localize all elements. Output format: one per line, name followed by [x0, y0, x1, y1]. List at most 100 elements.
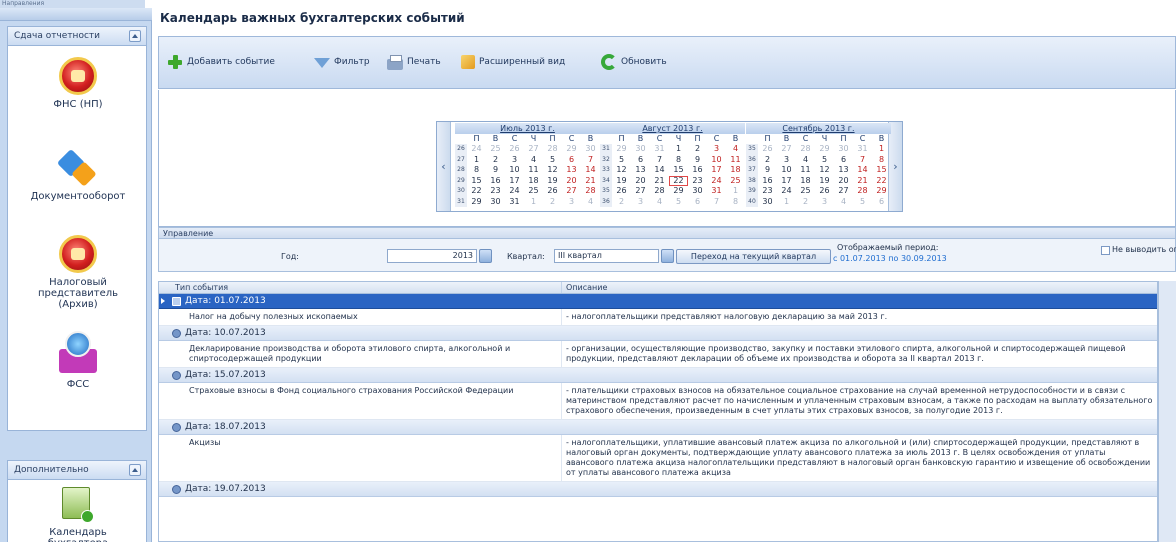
calendar-day[interactable]: 30 — [688, 186, 707, 197]
group-collapse-icon[interactable] — [172, 329, 181, 338]
calendar-day[interactable]: 9 — [688, 155, 707, 166]
calendar-day[interactable]: 13 — [562, 165, 581, 176]
add-event-button[interactable]: Добавить событие — [167, 51, 275, 73]
calendar-day[interactable]: 27 — [524, 144, 543, 155]
calendar-day[interactable]: 11 — [524, 165, 543, 176]
calendar-day[interactable]: 1 — [872, 144, 891, 155]
calendar-day[interactable]: 7 — [707, 197, 726, 208]
calendar-day[interactable]: 15 — [872, 165, 891, 176]
calendar-day[interactable]: 15 — [669, 165, 688, 176]
nav-item-tax-rep[interactable]: Налоговый представитель (Архив) — [8, 235, 148, 310]
calendar-day[interactable]: 28 — [650, 186, 669, 197]
calendar-day[interactable]: 10 — [505, 165, 524, 176]
calendar-day[interactable]: 31 — [505, 197, 524, 208]
date-group-row[interactable]: Дата: 10.07.2013 — [159, 326, 1157, 341]
event-row[interactable]: Декларирование производства и оборота эт… — [159, 341, 1157, 368]
calendar-day[interactable]: 26 — [505, 144, 524, 155]
calendar-day[interactable]: 15 — [467, 176, 486, 187]
calendar-day[interactable]: 5 — [612, 155, 631, 166]
year-spin-button[interactable] — [479, 249, 492, 263]
calendar-day[interactable]: 17 — [707, 165, 726, 176]
calendar-day[interactable]: 6 — [688, 197, 707, 208]
calendar-day[interactable]: 18 — [524, 176, 543, 187]
calendar-day[interactable]: 25 — [796, 186, 815, 197]
date-group-row[interactable]: Дата: 18.07.2013 — [159, 420, 1157, 435]
calendar-day[interactable]: 28 — [796, 144, 815, 155]
current-quarter-button[interactable]: Переход на текущий квартал — [676, 249, 831, 264]
date-group-row[interactable]: Дата: 19.07.2013 — [159, 482, 1157, 497]
event-row[interactable]: Налог на добычу полезных ископаемых - нал… — [159, 309, 1157, 326]
nav-item-fns[interactable]: ФНС (НП) — [8, 57, 148, 110]
collapse-icon[interactable] — [129, 30, 141, 42]
refresh-button[interactable]: Обновить — [601, 51, 667, 73]
calendar-day[interactable]: 16 — [688, 165, 707, 176]
calendar-day[interactable]: 24 — [777, 186, 796, 197]
col-event-type[interactable]: Тип события — [171, 282, 562, 293]
calendar-day[interactable]: 20 — [834, 176, 853, 187]
calendar-day[interactable]: 21 — [650, 176, 669, 187]
calendar-day[interactable]: 31 — [853, 144, 872, 155]
calendar-day[interactable]: 21 — [581, 176, 600, 187]
calendar-day[interactable]: 12 — [612, 165, 631, 176]
calendar-day[interactable]: 28 — [853, 186, 872, 197]
calendar-day[interactable]: 22 — [467, 186, 486, 197]
calendar-day[interactable]: 29 — [562, 144, 581, 155]
calendar-day[interactable]: 17 — [505, 176, 524, 187]
calendar-day[interactable]: 11 — [726, 155, 745, 166]
calendar-day[interactable]: 11 — [796, 165, 815, 176]
calendar-day[interactable]: 10 — [777, 165, 796, 176]
calendar-day[interactable]: 28 — [581, 186, 600, 197]
calendar-day[interactable]: 19 — [612, 176, 631, 187]
calendar-day[interactable]: 26 — [543, 186, 562, 197]
calendar-day[interactable]: 29 — [669, 186, 688, 197]
calendar-day[interactable]: 3 — [815, 197, 834, 208]
calendar-day[interactable]: 24 — [467, 144, 486, 155]
calendar-day[interactable]: 2 — [796, 197, 815, 208]
group-collapse-icon[interactable] — [172, 297, 181, 306]
calendar-day[interactable]: 1 — [524, 197, 543, 208]
nav-item-fss[interactable]: ФСС — [8, 331, 148, 390]
calendar-day[interactable]: 9 — [486, 165, 505, 176]
calendar-day[interactable]: 26 — [815, 186, 834, 197]
calendar-day[interactable]: 19 — [543, 176, 562, 187]
calendar-day[interactable]: 4 — [524, 155, 543, 166]
calendar-day[interactable]: 30 — [834, 144, 853, 155]
calendar-day[interactable]: 5 — [853, 197, 872, 208]
calendar-day[interactable]: 23 — [688, 176, 707, 187]
calendar-day[interactable]: 5 — [669, 197, 688, 208]
group-collapse-icon[interactable] — [172, 485, 181, 494]
col-description[interactable]: Описание — [562, 282, 1157, 293]
panel-extra-title[interactable]: Дополнительно — [8, 461, 146, 480]
extended-view-button[interactable]: Расширенный вид — [461, 51, 565, 73]
no-alerts-checkbox[interactable] — [1101, 246, 1110, 255]
calendar-day[interactable]: 21 — [853, 176, 872, 187]
calendar-day[interactable]: 4 — [834, 197, 853, 208]
nav-item-calendar[interactable]: Календарь бухгалтера — [8, 487, 148, 542]
calendar-day[interactable]: 2 — [688, 144, 707, 155]
calendar-day[interactable]: 13 — [834, 165, 853, 176]
calendar-day[interactable]: 19 — [815, 176, 834, 187]
calendar-day[interactable]: 4 — [796, 155, 815, 166]
calendar-day[interactable]: 29 — [467, 197, 486, 208]
date-group-row[interactable]: Дата: 15.07.2013 — [159, 368, 1157, 383]
quarter-select[interactable]: III квартал — [554, 249, 659, 263]
calendar-day[interactable]: 3 — [562, 197, 581, 208]
filter-button[interactable]: Фильтр — [314, 51, 370, 73]
calendar-day[interactable]: 25 — [524, 186, 543, 197]
calendar-day[interactable]: 18 — [726, 165, 745, 176]
calendar-day[interactable]: 23 — [758, 186, 777, 197]
calendar-day[interactable]: 12 — [815, 165, 834, 176]
quarter-dropdown-button[interactable] — [661, 249, 674, 263]
calendar-day[interactable]: 6 — [562, 155, 581, 166]
calendar-day[interactable]: 29 — [612, 144, 631, 155]
month-title[interactable]: Сентябрь 2013 г. — [746, 123, 891, 134]
calendar-day[interactable]: 7 — [581, 155, 600, 166]
calendar-day[interactable]: 1 — [467, 155, 486, 166]
calendar-day[interactable]: 22 — [669, 175, 688, 186]
calendar-day[interactable]: 7 — [853, 155, 872, 166]
calendar-day[interactable]: 16 — [758, 176, 777, 187]
calendar-day[interactable]: 3 — [707, 144, 726, 155]
print-button[interactable]: Печать — [387, 51, 441, 73]
calendar-day[interactable]: 4 — [581, 197, 600, 208]
calendar-day[interactable]: 3 — [505, 155, 524, 166]
